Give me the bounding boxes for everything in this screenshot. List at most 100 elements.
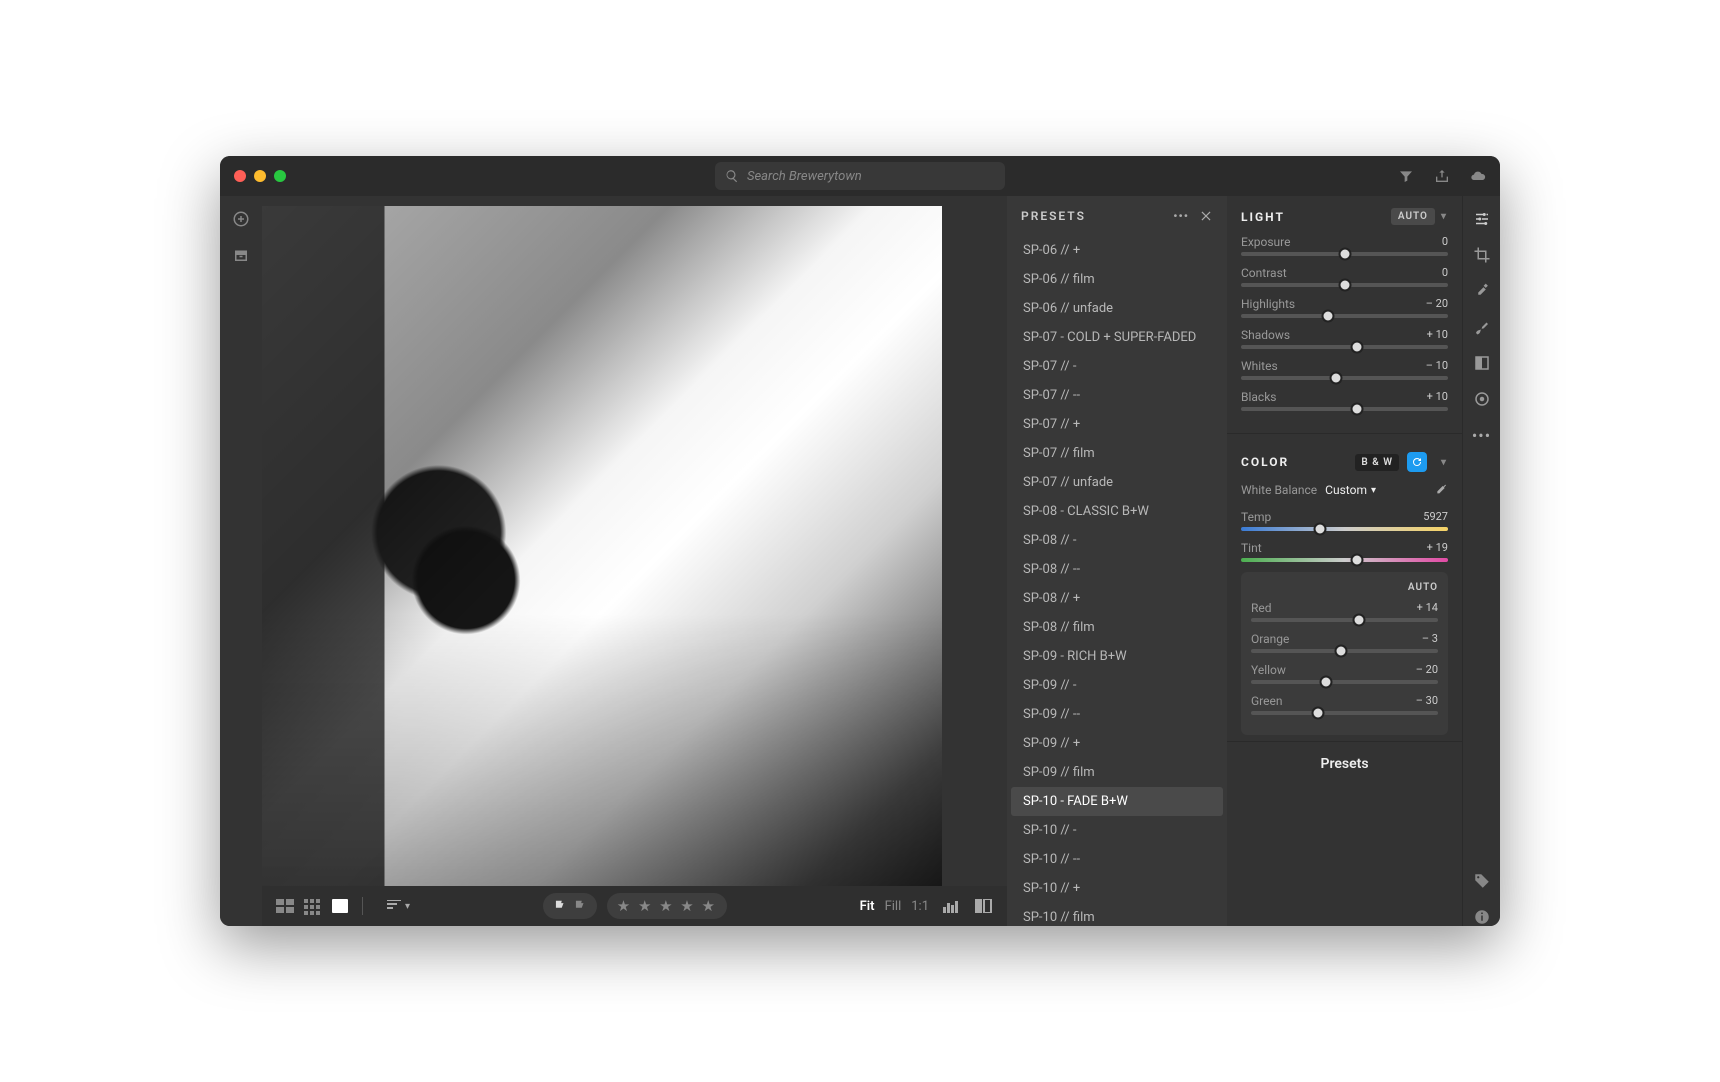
preset-item[interactable]: SP-10 // film — [1011, 903, 1223, 926]
light-slider[interactable]: Whites– 10 — [1241, 359, 1448, 380]
preset-item[interactable]: SP-07 - COLD + SUPER-FADED — [1011, 323, 1223, 352]
zoom-fill-button[interactable]: Fill — [885, 899, 902, 914]
flag-pick-icon — [553, 899, 567, 913]
preset-item[interactable]: SP-07 // film — [1011, 439, 1223, 468]
tint-slider[interactable]: Tint+ 19 — [1241, 541, 1448, 562]
wb-select[interactable]: Custom ▾ — [1325, 483, 1376, 497]
radial-gradient-icon[interactable] — [1473, 390, 1491, 408]
light-slider[interactable]: Highlights– 20 — [1241, 297, 1448, 318]
color-section: COLOR B & W ▾ White Balance Custom ▾ Tem… — [1227, 440, 1462, 741]
preset-item[interactable]: SP-08 // film — [1011, 613, 1223, 642]
close-window-button[interactable] — [234, 170, 246, 182]
white-balance-row: White Balance Custom ▾ — [1241, 482, 1448, 498]
chevron-down-icon: ▾ — [1441, 211, 1448, 222]
preset-item[interactable]: SP-06 // film — [1011, 265, 1223, 294]
preset-item[interactable]: SP-08 // + — [1011, 584, 1223, 613]
bw-toggle[interactable]: B & W — [1355, 454, 1399, 471]
zoom-1to1-button[interactable]: 1:1 — [911, 899, 929, 914]
search-placeholder: Search Brewerytown — [747, 169, 862, 184]
window-controls — [234, 170, 286, 182]
preset-item[interactable]: SP-07 // -- — [1011, 381, 1223, 410]
color-title: COLOR — [1241, 455, 1289, 469]
light-slider[interactable]: Exposure0 — [1241, 235, 1448, 256]
light-header[interactable]: LIGHT AUTO ▾ — [1241, 208, 1448, 225]
single-view-button[interactable] — [332, 899, 348, 913]
mix-slider[interactable]: Red+ 14 — [1251, 601, 1438, 622]
light-slider[interactable]: Blacks+ 10 — [1241, 390, 1448, 411]
preset-item[interactable]: SP-10 // -- — [1011, 845, 1223, 874]
light-slider[interactable]: Shadows+ 10 — [1241, 328, 1448, 349]
temp-slider[interactable]: Temp5927 — [1241, 510, 1448, 531]
sort-menu[interactable]: ▾ — [387, 900, 410, 912]
preset-item[interactable]: SP-07 // - — [1011, 352, 1223, 381]
healing-brush-icon[interactable] — [1473, 282, 1491, 300]
more-tools-icon[interactable]: ••• — [1472, 426, 1491, 445]
mix-slider[interactable]: Orange– 3 — [1251, 632, 1438, 653]
preset-item[interactable]: SP-10 // + — [1011, 874, 1223, 903]
tool-strip: ••• — [1462, 196, 1500, 926]
image-canvas[interactable] — [262, 196, 1007, 886]
crop-icon[interactable] — [1473, 246, 1491, 264]
preset-item[interactable]: SP-06 // unfade — [1011, 294, 1223, 323]
filter-icon[interactable] — [1398, 168, 1414, 184]
preset-item[interactable]: SP-08 // -- — [1011, 555, 1223, 584]
presets-panel: PRESETS ••• SP-06 // +SP-06 // filmSP-06… — [1007, 196, 1227, 926]
preset-item[interactable]: SP-10 // - — [1011, 816, 1223, 845]
profile-reset-button[interactable] — [1407, 452, 1427, 472]
sort-icon — [387, 900, 401, 912]
light-section: LIGHT AUTO ▾ Exposure0 Contrast0 Highlight… — [1227, 196, 1462, 427]
preset-item[interactable]: SP-09 // -- — [1011, 700, 1223, 729]
stars-display: ★ ★ ★ ★ ★ — [617, 897, 717, 915]
light-auto-button[interactable]: AUTO — [1391, 208, 1435, 225]
zoom-window-button[interactable] — [274, 170, 286, 182]
chevron-down-icon: ▾ — [1441, 457, 1448, 468]
rating-group: ★ ★ ★ ★ ★ — [424, 893, 846, 919]
archive-icon[interactable] — [232, 246, 250, 264]
histogram-toggle-icon[interactable] — [943, 899, 961, 913]
star-rating[interactable]: ★ ★ ★ ★ ★ — [607, 893, 727, 919]
eyedropper-icon[interactable] — [1432, 482, 1448, 498]
search-icon — [725, 169, 739, 183]
color-mix-box: AUTO Red+ 14 Orange– 3 Yellow– 20 Green– 30 — [1241, 572, 1448, 735]
close-icon[interactable] — [1199, 209, 1213, 223]
presets-more-icon[interactable]: ••• — [1173, 209, 1189, 223]
compare-view-icon[interactable] — [975, 899, 993, 913]
photo-preview — [262, 206, 942, 886]
linear-gradient-icon[interactable] — [1473, 354, 1491, 372]
preset-item[interactable]: SP-10 - FADE B+W — [1011, 787, 1223, 816]
mix-auto-button[interactable]: AUTO — [1251, 582, 1438, 593]
info-icon[interactable] — [1473, 908, 1491, 926]
preset-item[interactable]: SP-09 // film — [1011, 758, 1223, 787]
color-header[interactable]: COLOR B & W ▾ — [1241, 452, 1448, 472]
mix-slider[interactable]: Yellow– 20 — [1251, 663, 1438, 684]
preset-item[interactable]: SP-07 // unfade — [1011, 468, 1223, 497]
search-input[interactable]: Search Brewerytown — [715, 162, 1005, 190]
preset-item[interactable]: SP-08 - CLASSIC B+W — [1011, 497, 1223, 526]
canvas-toolbar: ▾ ★ ★ ★ ★ ★ Fit Fill 1:1 — [262, 886, 1007, 926]
preset-list[interactable]: SP-06 // +SP-06 // filmSP-06 // unfadeSP… — [1007, 236, 1227, 926]
zoom-group: Fit Fill 1:1 — [860, 899, 993, 914]
flag-pill[interactable] — [543, 893, 597, 919]
preset-item[interactable]: SP-09 // - — [1011, 671, 1223, 700]
grid-view-small-button[interactable] — [304, 899, 322, 913]
add-photos-icon[interactable] — [232, 210, 250, 228]
chevron-down-icon: ▾ — [405, 901, 410, 912]
zoom-fit-button[interactable]: Fit — [860, 899, 875, 914]
preset-item[interactable]: SP-08 // - — [1011, 526, 1223, 555]
minimize-window-button[interactable] — [254, 170, 266, 182]
preset-item[interactable]: SP-06 // + — [1011, 236, 1223, 265]
cloud-sync-icon[interactable] — [1470, 168, 1486, 184]
grid-view-large-button[interactable] — [276, 899, 294, 913]
adjust-sliders-icon[interactable] — [1473, 210, 1491, 228]
tag-icon[interactable] — [1473, 872, 1491, 890]
preset-item[interactable]: SP-09 - RICH B+W — [1011, 642, 1223, 671]
titlebar-right — [1398, 168, 1486, 184]
mix-slider[interactable]: Green– 30 — [1251, 694, 1438, 715]
presets-button[interactable]: Presets — [1227, 741, 1462, 786]
light-slider[interactable]: Contrast0 — [1241, 266, 1448, 287]
brush-icon[interactable] — [1473, 318, 1491, 336]
share-icon[interactable] — [1434, 168, 1450, 184]
light-title: LIGHT — [1241, 210, 1285, 224]
preset-item[interactable]: SP-09 // + — [1011, 729, 1223, 758]
preset-item[interactable]: SP-07 // + — [1011, 410, 1223, 439]
